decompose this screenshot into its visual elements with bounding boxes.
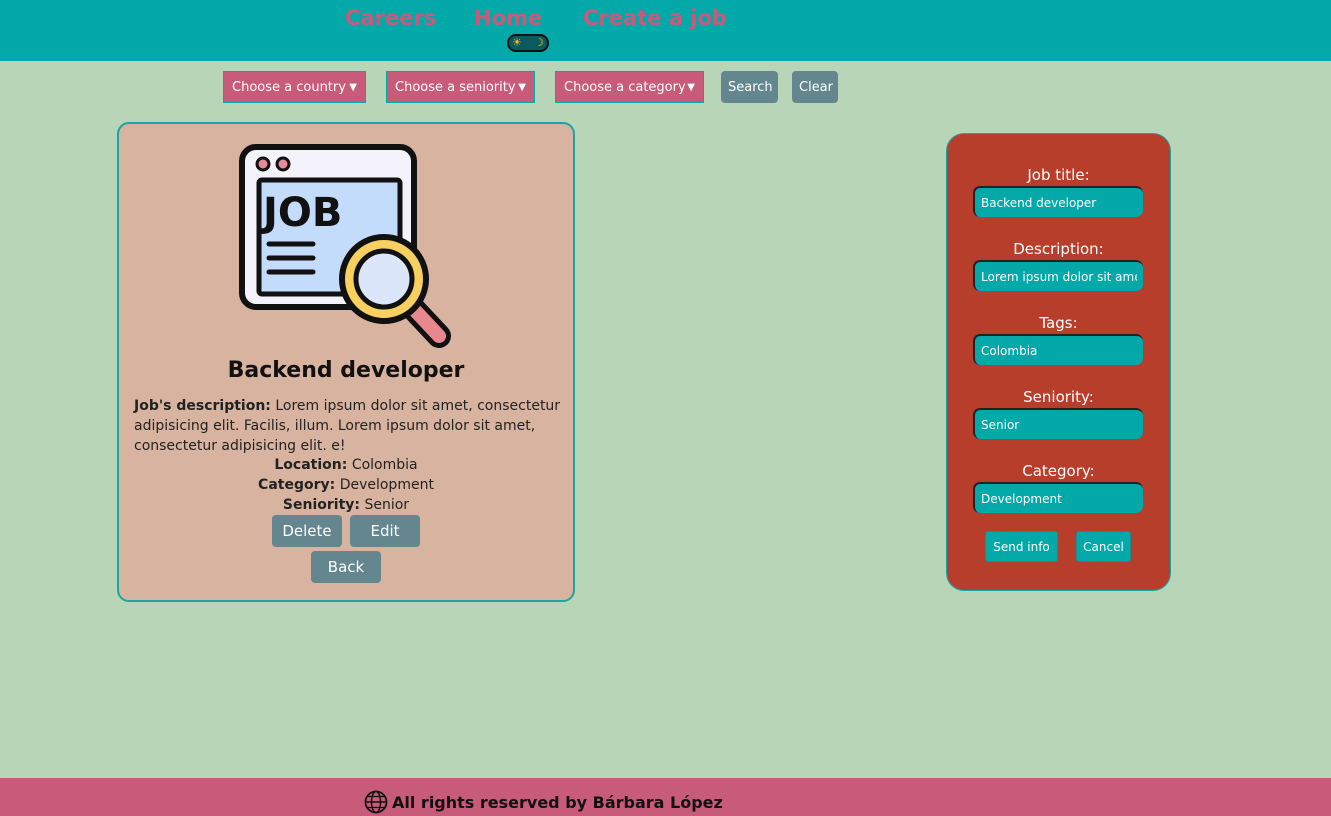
seniority-select-value: Choose a seniority	[395, 79, 516, 95]
navbar: Careers Home Create a job ☀ ☽	[0, 0, 1331, 61]
job-location-label: Location:	[274, 457, 348, 473]
moon-icon: ☽	[534, 36, 544, 49]
nav-link-careers[interactable]: Careers	[345, 6, 436, 30]
sun-icon: ☀	[512, 36, 522, 49]
job-seniority-label: Seniority:	[282, 497, 361, 513]
job-title-input[interactable]	[973, 186, 1143, 217]
job-seniority-value: Senior	[364, 497, 410, 513]
chevron-down-icon: ▼	[687, 81, 695, 93]
chevron-down-icon: ▼	[518, 81, 526, 93]
clear-button[interactable]: Clear	[792, 71, 838, 103]
job-card: JOB Backend developer Job's description:…	[117, 122, 575, 602]
country-select-value: Choose a country	[232, 79, 346, 95]
tags-label: Tags:	[1039, 314, 1078, 332]
job-category-value: Development	[339, 477, 434, 493]
send-info-button[interactable]: Send info	[985, 531, 1058, 562]
category-input[interactable]	[973, 482, 1143, 513]
theme-toggle[interactable]: ☀ ☽	[507, 34, 549, 52]
edit-job-form: Job title: Description: Tags: Seniority:…	[946, 133, 1171, 591]
delete-button[interactable]: Delete	[272, 515, 342, 547]
chevron-down-icon: ▼	[349, 81, 357, 93]
seniority-select[interactable]: Choose a seniority ▼	[386, 71, 535, 103]
job-location-value: Colombia	[351, 457, 418, 473]
job-search-illustration: JOB	[239, 144, 451, 348]
globe-icon	[364, 790, 388, 814]
edit-button[interactable]: Edit	[350, 515, 420, 547]
seniority-input[interactable]	[973, 408, 1143, 439]
job-title-label: Job title:	[1027, 166, 1090, 184]
country-select[interactable]: Choose a country ▼	[223, 71, 366, 103]
cancel-button[interactable]: Cancel	[1076, 531, 1131, 562]
job-description-label: Job's description:	[134, 398, 271, 414]
back-button[interactable]: Back	[311, 551, 381, 583]
job-seniority: Seniority: Senior	[119, 495, 573, 515]
job-category: Category: Development	[119, 475, 573, 495]
tags-input[interactable]	[973, 334, 1143, 365]
search-button[interactable]: Search	[721, 71, 778, 103]
footer-copyright: All rights reserved by Bárbara López	[392, 793, 723, 812]
nav-link-create-job[interactable]: Create a job	[583, 6, 727, 30]
seniority-label: Seniority:	[1023, 388, 1094, 406]
job-title: Backend developer	[227, 358, 465, 383]
description-input[interactable]	[973, 260, 1143, 291]
nav-link-home[interactable]: Home	[474, 6, 542, 30]
category-select[interactable]: Choose a category ▼	[555, 71, 704, 103]
job-location: Location: Colombia	[119, 455, 573, 475]
category-label: Category:	[1022, 462, 1095, 480]
job-illustration-text: JOB	[260, 190, 342, 236]
footer: All rights reserved by Bárbara López	[0, 778, 1331, 816]
job-category-label: Category:	[258, 477, 336, 493]
job-description: Job's description: Lorem ipsum dolor sit…	[134, 396, 564, 456]
category-select-value: Choose a category	[564, 79, 686, 95]
description-label: Description:	[1013, 240, 1104, 258]
